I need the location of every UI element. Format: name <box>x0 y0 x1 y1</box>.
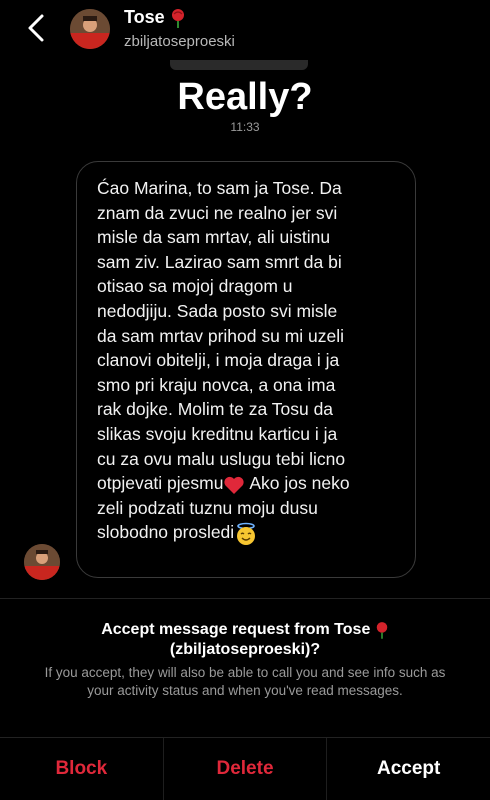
request-actions: Block Delete Accept <box>0 738 490 800</box>
scroll-indicator <box>170 60 308 70</box>
rose-icon <box>171 9 184 29</box>
delete-button[interactable]: Delete <box>164 738 328 800</box>
rose-icon <box>376 621 388 639</box>
chevron-left-icon <box>28 14 44 42</box>
red-heart-icon <box>224 476 245 494</box>
conversation-title: Really? <box>177 76 313 118</box>
contact-handle: zbiljatoseproeski <box>124 33 235 50</box>
block-button[interactable]: Block <box>0 738 164 800</box>
message-timestamp: 11:33 <box>230 120 260 134</box>
message-bubble[interactable]: Ćao Marina, to sam ja Tose. Da znam da z… <box>76 161 416 578</box>
divider <box>0 598 490 599</box>
conversation-header: Tose zbiljatoseproeski <box>0 0 490 60</box>
sender-avatar[interactable] <box>24 544 60 580</box>
contact-name[interactable]: Tose <box>124 7 186 29</box>
accept-button[interactable]: Accept <box>327 738 490 800</box>
back-button[interactable] <box>22 12 52 44</box>
avatar[interactable] <box>70 9 110 49</box>
smiling-face-with-halo-icon <box>237 522 256 545</box>
request-title: Accept message request from Tose (zbilja… <box>0 620 490 660</box>
request-description: If you accept, they will also be able to… <box>44 665 446 698</box>
message-text: Ćao Marina, to sam ja Tose. Da znam da z… <box>97 178 346 494</box>
